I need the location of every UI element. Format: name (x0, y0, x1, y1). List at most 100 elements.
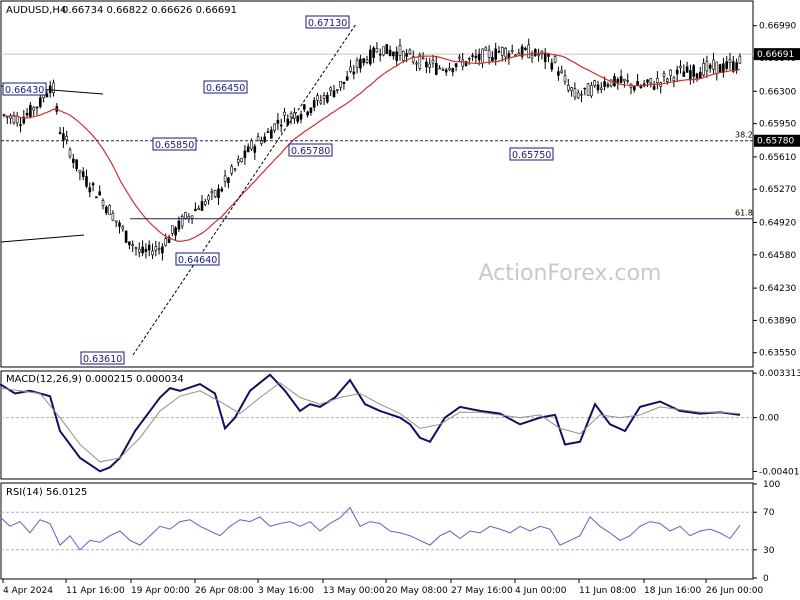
price-label-text: 0.66430 (5, 85, 44, 96)
x-tick-label: 26 Apr 08:00 (195, 586, 254, 596)
candle-body (131, 244, 134, 247)
candle-body (715, 61, 719, 74)
candle-body (78, 170, 82, 173)
candle-body (537, 54, 540, 57)
price-header: AUDUSD,H4 0.66734 0.66822 0.66626 0.6669… (6, 5, 237, 16)
candle-body (675, 69, 679, 75)
candle-body (296, 115, 300, 122)
candle-body (451, 68, 455, 73)
candle-body (461, 59, 465, 67)
candle-body (184, 212, 187, 219)
candle-body (583, 87, 587, 90)
candle-body (134, 247, 138, 250)
current-price-label: 0.66691 (757, 50, 794, 60)
candle-body (349, 66, 352, 72)
candle-body (458, 56, 461, 59)
candle-body (319, 100, 323, 104)
price-label-text: 0.66450 (206, 83, 245, 94)
rsi-title: RSI(14) 56.0125 (6, 487, 87, 498)
fib-label: 38.2 (735, 131, 753, 140)
candle-body (68, 149, 72, 157)
candle-body (19, 124, 22, 126)
candle-body (65, 136, 68, 140)
candle-body (355, 59, 359, 68)
price-label-text: 0.67130 (308, 18, 347, 29)
candle-body (695, 73, 699, 79)
candle-body (210, 190, 214, 194)
candle-body (362, 58, 366, 64)
candle-body (207, 195, 210, 201)
candle-body (573, 88, 577, 98)
candle-body (728, 59, 732, 63)
x-tick-label: 19 Apr 00:00 (131, 586, 190, 596)
candle-body (177, 220, 181, 230)
candle-body (220, 188, 224, 192)
candle-body (200, 201, 204, 211)
candle-body (566, 85, 570, 91)
candle-body (444, 69, 448, 73)
candle-body (533, 49, 537, 56)
price-tick-label: 0.63890 (759, 316, 796, 326)
candle-body (484, 47, 488, 51)
candle-body (665, 78, 669, 82)
candle-body (599, 87, 603, 90)
candle-body (138, 248, 141, 253)
price-label-text: 0.63610 (83, 354, 122, 365)
candle-body (72, 158, 75, 163)
rsi-tick-label: 100 (763, 480, 780, 490)
x-tick-label: 3 May 16:00 (258, 586, 314, 596)
candle-body (246, 146, 250, 153)
x-tick-label: 11 Apr 16:00 (66, 586, 125, 596)
candle-body (276, 119, 280, 124)
chart-root: ActionForex.com AUDUSD,H4 0.66734 0.6682… (0, 0, 800, 596)
candle-body (649, 78, 653, 84)
candle-body (283, 111, 286, 116)
candle-body (81, 171, 85, 177)
candle-body (368, 49, 372, 65)
candle-body (289, 113, 293, 118)
candle-body (672, 77, 676, 81)
candle-body (698, 71, 702, 80)
candle-body (467, 57, 471, 60)
candle-body (682, 71, 686, 77)
candle-body (378, 53, 382, 56)
candle-body (197, 207, 200, 211)
x-tick-label: 4 Jun 00:00 (515, 586, 567, 596)
candle-body (557, 71, 560, 76)
candle-body (316, 95, 319, 101)
candle-body (332, 90, 336, 98)
macd-tick-label: 0.003313 (759, 369, 800, 379)
rsi-tick-label: 30 (763, 546, 775, 556)
candle-body (128, 241, 131, 246)
candle-body (309, 107, 313, 113)
candle-body (190, 215, 194, 219)
candle-body (147, 244, 151, 251)
candle-body (217, 188, 220, 199)
candle-body (32, 107, 36, 111)
candle-body (491, 56, 494, 62)
candle-body (646, 79, 649, 83)
candle-body (547, 54, 550, 57)
candle-body (718, 64, 722, 73)
candle-body (679, 65, 682, 69)
candle-body (428, 63, 432, 68)
rsi-tick-label: 0 (763, 574, 769, 584)
candle-body (108, 205, 111, 215)
candle-body (154, 246, 158, 251)
candle-body (623, 78, 626, 82)
price-panel (0, 0, 754, 368)
candle-body (656, 78, 659, 83)
x-tick-label: 4 Apr 2024 (3, 586, 53, 596)
candle-body (326, 94, 329, 103)
candle-body (474, 55, 478, 59)
candle-body (652, 85, 656, 90)
candle-body (365, 59, 369, 63)
price-tick-label: 0.66990 (759, 22, 796, 32)
candle-body (266, 131, 270, 133)
candle-body (487, 49, 491, 58)
candle-body (273, 123, 276, 131)
price-tick-label: 0.64230 (759, 284, 796, 294)
candle-body (75, 159, 78, 170)
candle-body (708, 64, 712, 69)
candle-body (550, 62, 554, 70)
